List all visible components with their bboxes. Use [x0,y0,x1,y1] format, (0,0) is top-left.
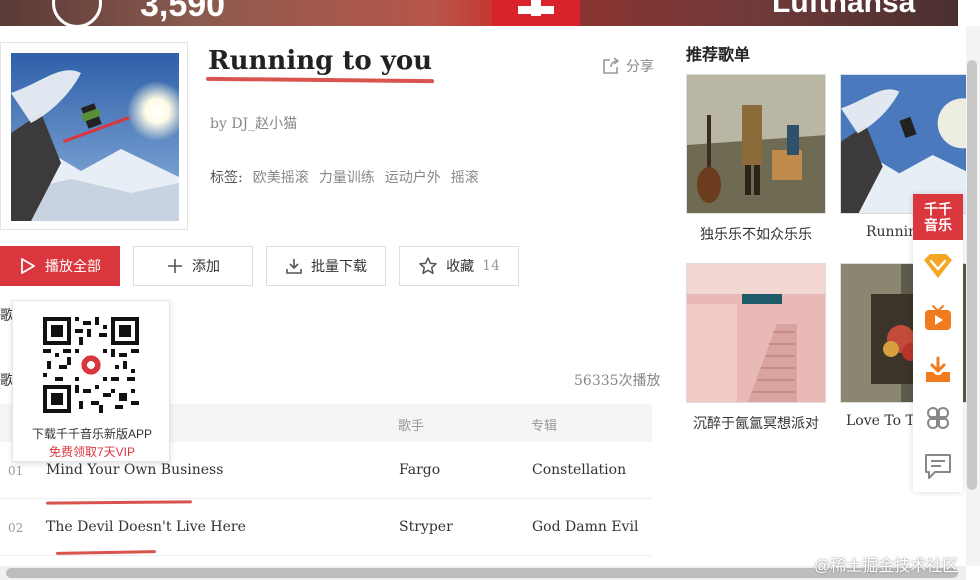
qr-vip-text: 免费领取7天VIP [48,445,136,459]
vip-button[interactable] [913,246,963,286]
four-leaf-grid-icon [927,407,949,429]
playlist-title: Running to you [208,46,433,76]
top-banner-ad[interactable]: 3,590 Lufthansa [0,0,958,26]
add-label: 添加 [192,259,220,275]
annotation-underline [55,550,157,555]
title-annotation-underline [205,76,435,84]
playlist-author[interactable]: by DJ_赵小猫 [210,113,297,133]
app-download-popup: 下载千千音乐新版APP 免费领取7天VIP [12,300,170,462]
track-index: 01 [8,464,24,478]
play-icon [21,258,35,274]
cover-image [11,53,179,221]
banner-circle-graphic [52,0,102,26]
column-album: 专辑 [531,419,558,434]
tag-link[interactable]: 力量训练 [319,167,375,187]
favorite-count: 14 [482,258,500,274]
vertical-scrollbar-thumb[interactable] [967,60,977,490]
track-album[interactable]: Constellation [532,462,626,478]
playlist-cover [0,42,188,230]
qr-download-text: 下载千千音乐新版APP [31,427,152,441]
share-icon [603,57,620,74]
tag-list: 标签: 欧美摇滚 力量训练 运动户外 摇滚 [210,167,479,187]
column-artist: 歌手 [398,419,425,434]
recommend-cover[interactable] [686,263,826,403]
download-icon [286,259,302,274]
tags-label: 标签: [210,170,243,186]
tag-link[interactable]: 摇滚 [451,167,479,187]
chat-icon [925,454,951,479]
feedback-button[interactable] [913,446,963,486]
cover-image [687,264,825,402]
batch-download-label: 批量下载 [311,259,367,275]
favorite-button[interactable]: 收藏 14 [399,246,519,286]
play-all-button[interactable]: 播放全部 [0,246,120,286]
tag-link[interactable]: 运动户外 [385,167,441,187]
recommend-cover[interactable] [686,74,826,214]
video-button[interactable] [913,298,963,338]
recommend-cover[interactable] [840,74,966,214]
favorite-label: 收藏 [446,259,475,275]
plus-icon [168,259,182,273]
recommend-caption[interactable]: 沉醉于氤氲冥想派对 [686,413,826,433]
swiss-flag-graphic [492,0,580,26]
share-label: 分享 [626,59,654,75]
batch-download-button[interactable]: 批量下载 [266,246,386,286]
vip-diamond-icon [924,254,952,278]
qr-code-icon [43,317,139,413]
play-count: 56335次播放 [574,373,661,389]
logo-line1: 千千 [924,201,952,217]
tv-play-icon [925,305,951,330]
share-button[interactable]: 分享 [602,56,654,76]
track-name[interactable]: Mind Your Own Business [46,462,223,478]
apps-button[interactable] [913,398,963,438]
qianqian-logo[interactable]: 千千 音乐 [913,194,963,240]
recommend-title: 推荐歌单 [686,45,751,64]
table-row[interactable]: 02 The Devil Doesn't Live Here Stryper G… [0,499,652,556]
track-album[interactable]: God Damn Evil [532,519,638,535]
track-index: 02 [8,521,24,535]
banner-brand: Lufthansa [772,0,916,19]
track-name[interactable]: The Devil Doesn't Live Here [46,519,246,535]
track-artist[interactable]: Stryper [399,519,453,535]
tag-link[interactable]: 欧美摇滚 [253,167,309,187]
add-button[interactable]: 添加 [133,246,253,286]
floating-toolbar: 千千 音乐 [913,194,963,492]
download-app-button[interactable] [913,350,963,390]
recommend-caption[interactable]: 独乐乐不如众乐乐 [686,224,826,244]
track-artist[interactable]: Fargo [399,462,440,478]
cover-image [687,75,825,213]
watermark: @稀土掘金技术社区 [814,558,959,575]
recommend-card[interactable]: 独乐乐不如众乐乐 [686,74,826,244]
recommend-card[interactable]: 沉醉于氤氲冥想派对 [686,263,826,433]
star-icon [419,257,437,275]
logo-line2: 音乐 [924,217,952,233]
play-all-label: 播放全部 [45,259,101,275]
banner-number: 3,590 [140,0,226,24]
download-tray-icon [926,356,950,382]
